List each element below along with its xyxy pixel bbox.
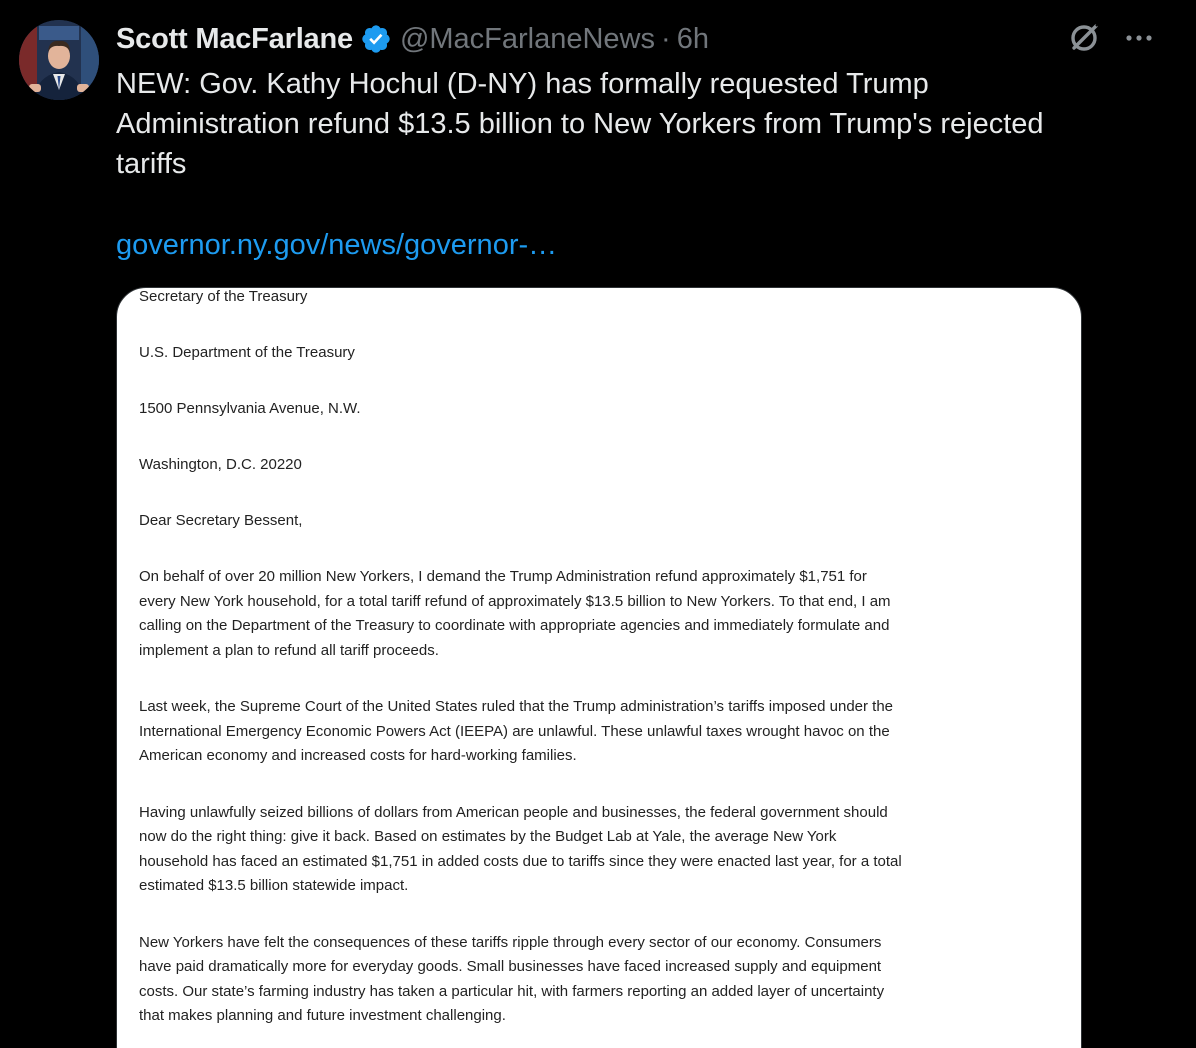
letter-line: International Emergency Economic Powers …: [139, 722, 890, 740]
letter-address-line: U.S. Department of the Treasury: [139, 344, 355, 361]
tweet-text-line: Administration refund $13.5 billion to N…: [116, 108, 1044, 140]
letter-address-line: Washington, D.C. 20220: [139, 456, 302, 473]
tweet-actions: [1066, 20, 1156, 56]
tweet-timestamp[interactable]: 6h: [677, 23, 709, 56]
letter-paragraph: Last week, the Supreme Court of the Unit…: [139, 695, 959, 769]
grok-icon[interactable]: [1066, 20, 1102, 56]
letter-address-line: 1500 Pennsylvania Avenue, N.W.: [139, 400, 361, 417]
author-name[interactable]: Scott MacFarlane: [116, 23, 353, 56]
author-handle[interactable]: @MacFarlaneNews: [400, 23, 655, 56]
letter-paragraph: Having unlawfully seized billions of dol…: [139, 801, 959, 899]
letter-line: now do the right thing: give it back. Ba…: [139, 828, 837, 845]
letter-line: costs. Our state’s farming industry has …: [139, 982, 885, 1000]
author-avatar[interactable]: [19, 20, 99, 100]
letter-line: household has faced an estimated $1,751 …: [139, 852, 902, 870]
letter-line: have paid dramatically more for everyday…: [139, 958, 882, 975]
letter-paragraph: On behalf of over 20 million New Yorkers…: [139, 565, 959, 663]
letter-line: estimated $13.5 billion statewide impact…: [139, 877, 409, 894]
verified-badge-icon: [360, 23, 392, 55]
media-image[interactable]: Secretary of the Treasury U.S. Departmen…: [116, 287, 1082, 1048]
letter-line: American economy and increased costs for…: [139, 747, 577, 764]
tweet-text-line: NEW: Gov. Kathy Hochul (D-NY) has formal…: [116, 68, 929, 100]
letter-salutation: Dear Secretary Bessent,: [139, 512, 303, 529]
letter-line: that makes planning and future investmen…: [139, 1007, 506, 1024]
letter-line: implement a plan to refund all tariff pr…: [139, 641, 439, 659]
letter-line: Having unlawfully seized billions of dol…: [139, 803, 888, 821]
more-icon[interactable]: [1122, 21, 1156, 55]
tweet-text: NEW: Gov. Kathy Hochul (D-NY) has formal…: [116, 64, 1146, 184]
avatar-image: [19, 20, 99, 100]
letter-address-line: Secretary of the Treasury: [139, 288, 308, 305]
letter-line: Last week, the Supreme Court of the Unit…: [139, 698, 894, 715]
tweet-header: Scott MacFarlane @MacFarlaneNews · 6h: [116, 18, 709, 60]
letter-line: On behalf of over 20 million New Yorkers…: [139, 568, 867, 585]
letter-document: Secretary of the Treasury U.S. Departmen…: [139, 288, 959, 1029]
tweet-text-line: tariffs: [116, 148, 187, 180]
letter-line: New Yorkers have felt the consequences o…: [139, 933, 882, 951]
letter-paragraph: New Yorkers have felt the consequences o…: [139, 931, 959, 1029]
separator-dot: ·: [661, 22, 671, 55]
tweet-link[interactable]: governor.ny.gov/news/governor-…: [116, 225, 557, 265]
letter-line: calling on the Department of the Treasur…: [139, 617, 890, 634]
letter-line: every New York household, for a total ta…: [139, 592, 891, 610]
